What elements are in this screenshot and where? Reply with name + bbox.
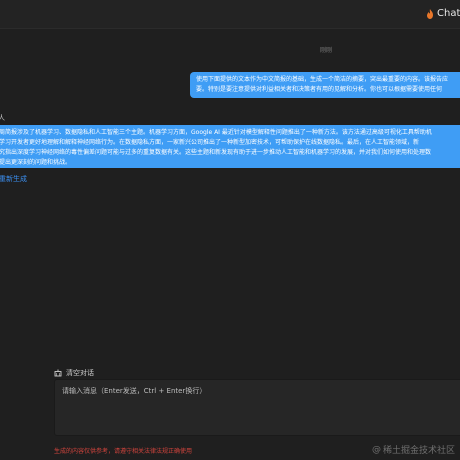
broom-icon: [54, 369, 62, 377]
brand[interactable]: ChatG: [426, 8, 460, 19]
assistant-name: 人: [0, 114, 5, 122]
regenerate-link[interactable]: 重新生成: [0, 174, 27, 184]
message-timestamp: 刚刚: [320, 47, 333, 54]
watermark: @ 稀土掘金技术社区: [372, 443, 456, 457]
top-bar: ChatG: [0, 0, 460, 29]
brand-name: ChatG: [437, 8, 460, 19]
watermark-text: 稀土掘金技术社区: [383, 446, 456, 456]
clear-conversation-label: 清空对话: [66, 369, 94, 377]
assistant-message-bubble: 周简报涉及了机器学习、数据隐私和人工智能三个主题。机器学习方面，Google A…: [0, 125, 460, 168]
chat-page: ChatG 刚刚 使用下面提供的文本作为中文简报的基础，生成一个简洁的摘要，突出…: [0, 0, 460, 460]
assistant-message-line: 周简报涉及了机器学习、数据隐私和人工智能三个主题。机器学习方面，Google A…: [0, 129, 432, 136]
assistant-message-line: 究指出深度学习神经网络的毒性偏差问题可能与过多的重复数据有关。这些主题和新发现有…: [0, 149, 432, 156]
user-message-line: 要。特别是要注意提供对利益相关者和决策者有用的见解和分析。你也可以根据需要使用任…: [196, 86, 443, 93]
message-input[interactable]: [55, 380, 460, 435]
clear-conversation-button[interactable]: 清空对话: [54, 368, 94, 378]
assistant-message-line: 学习开发者更好地理解和解释神经网络行为。在数据隐私方面，一家新兴公司推出了一种新…: [0, 139, 420, 146]
assistant-message-line: 提出更深刻的问题和挑战。: [0, 159, 72, 166]
watermark-at: @: [372, 444, 381, 455]
message-input-box: [54, 379, 460, 436]
disclaimer-text: 生成的内容仅供参考，请遵守相关法律法规正确使用: [54, 448, 193, 455]
user-message-bubble: 使用下面提供的文本作为中文简报的基础，生成一个简洁的摘要，突出最重要的内容。该报…: [190, 72, 460, 98]
user-message-line: 使用下面提供的文本作为中文简报的基础，生成一个简洁的摘要，突出最重要的内容。该报…: [196, 76, 449, 83]
flame-icon: [426, 8, 434, 19]
